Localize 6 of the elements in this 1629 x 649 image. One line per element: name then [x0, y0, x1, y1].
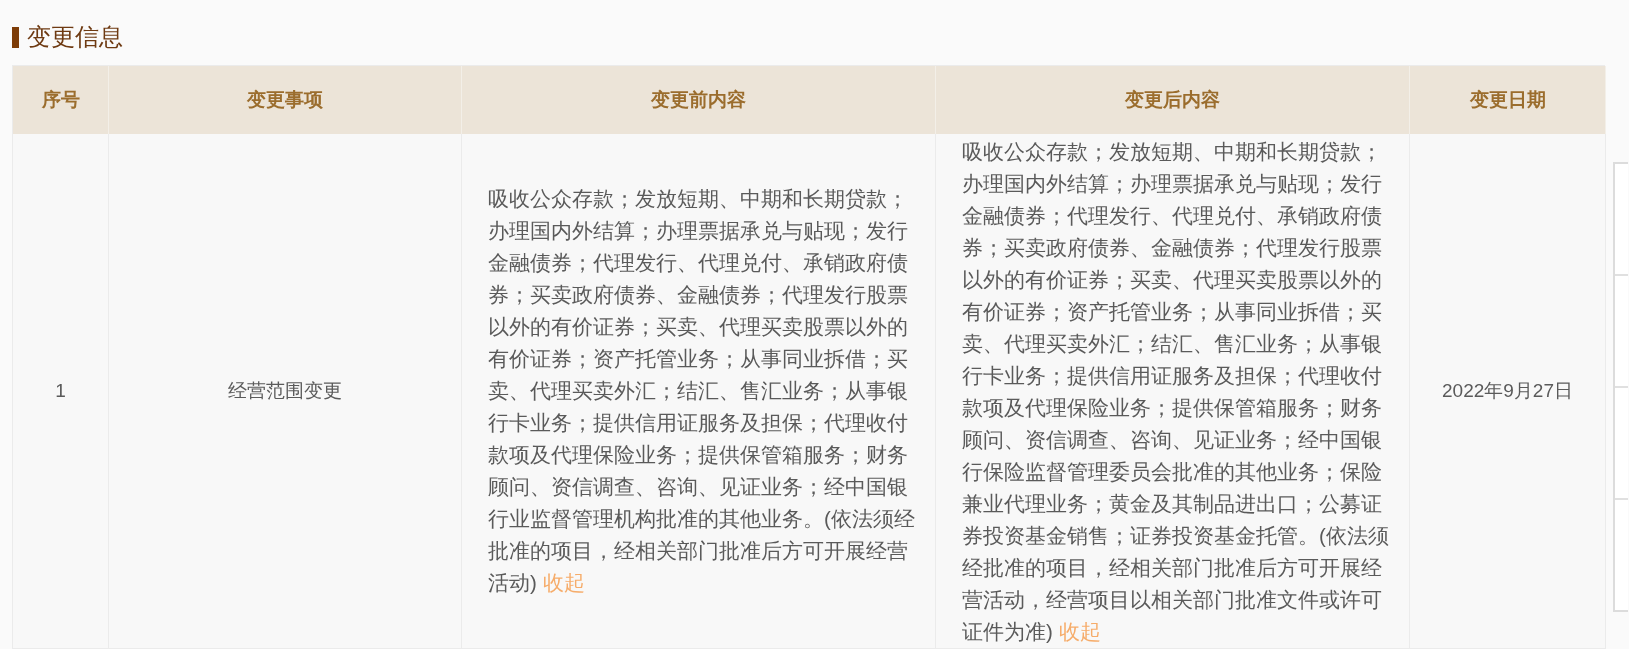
cell-text: 吸收公众存款；发放短期、中期和长期贷款；办理国内外结算；办理票据承兑与贴现；发行金融债券；代理发行、代理兑付、承销政府债券；买卖政府债券、金融债券；代理发行股票以外的有价证券；买卖、代理买卖股票以外的有价证券；资产托管业务；从事同业拆借；买卖、代理买卖外汇；结汇、售汇业务；从事银行卡业务；提供信用证服务及担保；代理收付款项及代理保险业务；提供保管箱服务；财务顾问、资信调查、咨询、见证业务；经中国银行保险监督管理委员会批准的其他业务；保险兼业代理业务；黄金及其制品进出口；公募证券投资基金销售；证券投资基金托管。(依法须经批准的项目，经相关部门批准后方可开展经营活动，经营项目以相关部门批准文件或许可证件为准) 收起: [962, 139, 1390, 645]
title-marker: [12, 26, 19, 48]
cell-text: 吸收公众存款；发放短期、中期和长期贷款；办理国内外结算；办理票据承兑与贴现；发行金融债券；代理发行、代理兑付、承销政府债券；买卖政府债券、金融债券；代理发行股票以外的有价证券；买卖、代理买卖股票以外的有价证券；资产托管业务；从事同业拆借；买卖、代理买卖外汇；结汇、售汇业务；从事银行卡业务；提供信用证服务及担保；代理收付款项及代理保险业务；提供保管箱服务；财务顾问、资信调查、咨询、见证业务；经中国银行业监督管理机构批准的其他业务。(依法须经批准的项目，经相关部门批准后方可开展经营活动) 收起: [488, 186, 916, 596]
collapse-link[interactable]: 收起: [542, 571, 585, 594]
collapse-link[interactable]: 收起: [1058, 620, 1101, 643]
section-title: 变更信息: [27, 22, 123, 52]
